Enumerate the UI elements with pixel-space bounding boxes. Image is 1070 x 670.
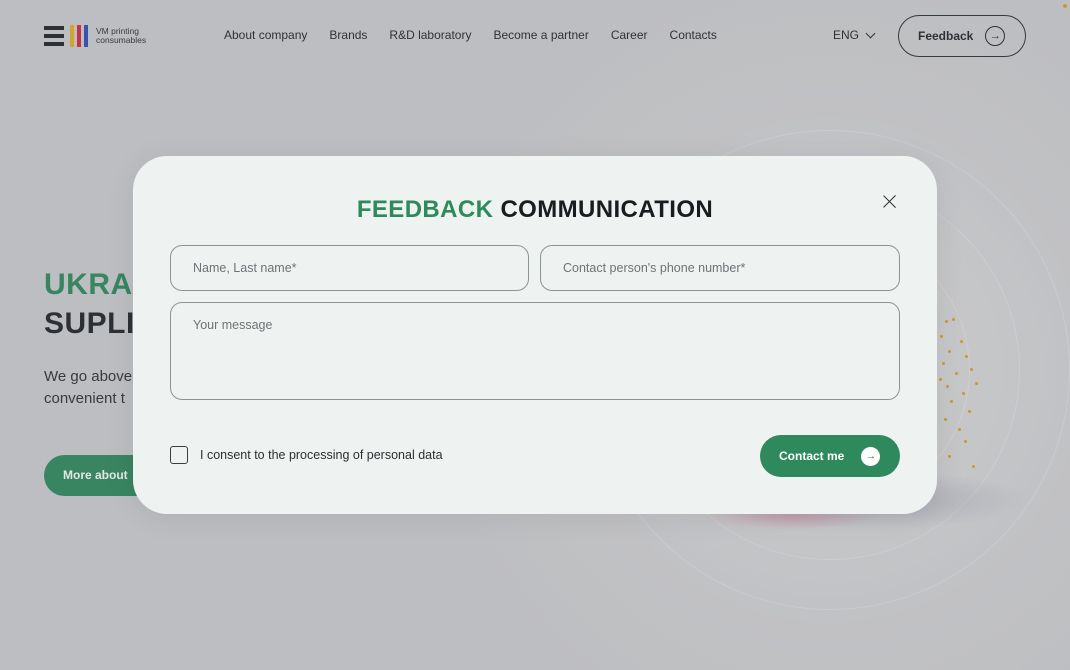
close-icon[interactable]: [882, 194, 898, 210]
consent-label: I consent to the processing of personal …: [200, 448, 443, 462]
consent-row: I consent to the processing of personal …: [170, 446, 443, 464]
phone-input[interactable]: [540, 245, 900, 291]
modal-title: FEEDBACK COMMUNICATION: [133, 196, 937, 224]
contact-me-button[interactable]: Contact me →: [760, 435, 900, 477]
contact-me-label: Contact me: [779, 449, 845, 463]
modal-title-green: FEEDBACK: [356, 196, 494, 223]
arrow-right-circle-icon: →: [861, 446, 881, 466]
feedback-modal: FEEDBACK COMMUNICATION I consent to the …: [133, 156, 937, 514]
consent-checkbox[interactable]: [170, 446, 188, 464]
modal-title-dark: COMMUNICATION: [500, 196, 714, 223]
message-textarea[interactable]: [170, 302, 900, 400]
name-input[interactable]: [170, 245, 529, 291]
